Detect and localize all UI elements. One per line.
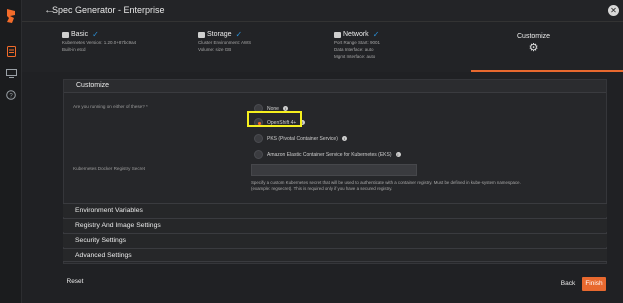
section-advanced-settings[interactable]: Advanced Settings xyxy=(63,248,607,262)
step-title: Storage xyxy=(207,31,232,38)
portworx-logo-icon[interactable] xyxy=(4,8,18,24)
step-detail: Kubernetes Version: 1.20.0+87bc9a4 xyxy=(62,40,137,45)
section-title: Registry And Image Settings xyxy=(75,222,161,229)
section-registry-image-settings[interactable]: Registry And Image Settings xyxy=(63,218,607,232)
registry-secret-label: Kubernetes Docker Registry Secret xyxy=(73,166,145,171)
sidebar: ? xyxy=(0,0,22,303)
back-button[interactable]: Back xyxy=(559,278,577,290)
gear-icon: ⚙ xyxy=(528,42,539,54)
radio-option-pks[interactable]: PKS (Pivotal Container Service) i xyxy=(254,134,347,143)
network-icon xyxy=(334,31,341,38)
step-detail: Cluster Environment: AWS xyxy=(198,40,252,45)
step-title: Network xyxy=(343,31,369,38)
step-detail: Volume: size GB xyxy=(198,47,232,52)
step-basic[interactable]: Basic ✓ Kubernetes Version: 1.20.0+87bc9… xyxy=(62,30,136,53)
header-bar: ← Spec Generator - Enterprise ✕ xyxy=(22,0,623,22)
step-customize[interactable]: Customize ⚙ xyxy=(517,33,550,54)
platform-question-label: Are you running on either of these? * xyxy=(73,104,148,109)
step-detail: Mgmt Interface: auto xyxy=(334,54,376,59)
step-storage[interactable]: Storage ✓ Cluster Environment: AWS Volum… xyxy=(198,30,251,53)
customize-section-header[interactable]: Customize xyxy=(64,80,606,93)
document-icon[interactable] xyxy=(5,46,17,58)
radio-button[interactable] xyxy=(254,134,263,143)
finish-button[interactable]: Finish xyxy=(582,277,606,291)
step-title: Basic xyxy=(71,31,89,38)
registry-secret-help: Specify a custom Kubernetes secret that … xyxy=(251,180,521,191)
footer: Reset Back Finish xyxy=(22,268,623,303)
page-title: Spec Generator - Enterprise xyxy=(52,5,165,15)
step-detail: Data Interface: auto xyxy=(334,47,374,52)
monitor-icon[interactable] xyxy=(5,69,17,81)
section-title: Customize xyxy=(76,82,110,89)
help-icon[interactable]: ? xyxy=(5,90,17,102)
section-title: Environment Variables xyxy=(75,207,143,214)
check-icon: ✓ xyxy=(372,30,380,39)
section-environment-variables[interactable]: Environment Variables xyxy=(63,203,607,217)
section-security-settings[interactable]: Security Settings xyxy=(63,233,607,247)
info-icon[interactable]: i xyxy=(341,136,347,141)
reset-button[interactable]: Reset xyxy=(64,276,86,288)
step-detail: Built-in etcd xyxy=(62,47,86,52)
active-step-indicator xyxy=(471,70,623,72)
highlight-box xyxy=(247,111,302,127)
storage-icon xyxy=(198,31,205,38)
section-title: Advanced Settings xyxy=(75,252,132,259)
section-title: Security Settings xyxy=(75,237,126,244)
wizard-steps: Basic ✓ Kubernetes Version: 1.20.0+87bc9… xyxy=(22,22,623,72)
step-title: Customize xyxy=(517,33,551,40)
registry-secret-input[interactable] xyxy=(251,164,417,176)
step-detail: Port Range Start: 9001 xyxy=(334,40,381,45)
step-network[interactable]: Network ✓ Port Range Start: 9001 Data In… xyxy=(334,30,380,60)
radio-option-eks[interactable]: Amazon Elastic Container Service for Kub… xyxy=(254,150,401,159)
close-icon[interactable]: ✕ xyxy=(608,5,619,16)
radio-label: Amazon Elastic Container Service for Kub… xyxy=(267,151,392,158)
check-icon: ✓ xyxy=(92,30,99,39)
basic-icon xyxy=(62,31,69,38)
radio-label: PKS (Pivotal Container Service) xyxy=(267,135,338,142)
check-icon: ✓ xyxy=(235,30,243,39)
radio-button[interactable] xyxy=(254,150,263,159)
info-icon[interactable]: i xyxy=(395,152,401,157)
